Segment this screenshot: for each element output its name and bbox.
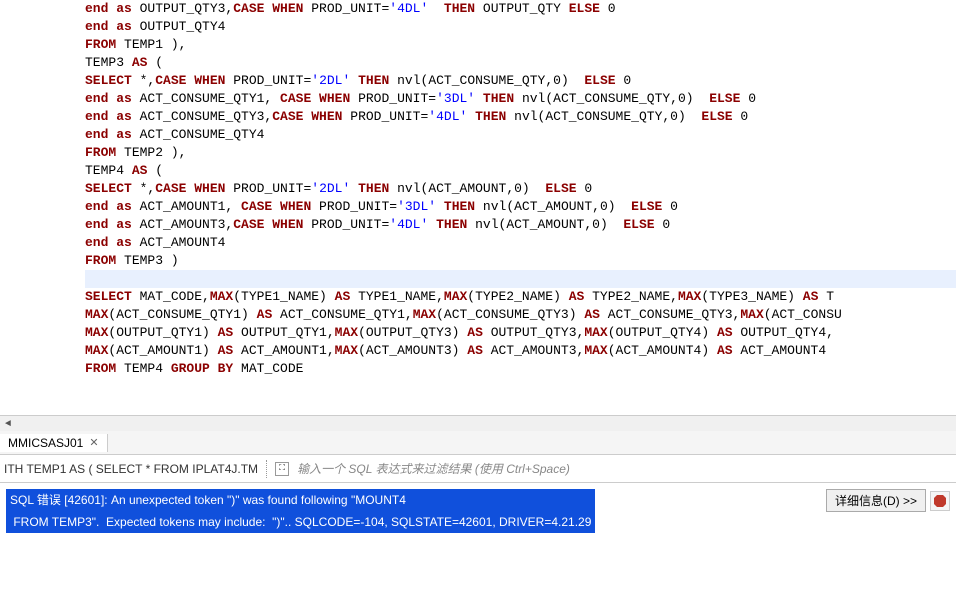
code-line[interactable] (85, 270, 956, 288)
code-line[interactable]: FROM TEMP3 ) (85, 252, 956, 270)
code-line[interactable]: end as ACT_CONSUME_QTY3,CASE WHEN PROD_U… (85, 108, 956, 126)
horizontal-scrollbar[interactable]: ◄ (0, 415, 956, 431)
code-line[interactable]: FROM TEMP4 GROUP BY MAT_CODE (85, 360, 956, 378)
code-line[interactable]: end as ACT_CONSUME_QTY1, CASE WHEN PROD_… (85, 90, 956, 108)
code-line[interactable]: FROM TEMP2 ), (85, 144, 956, 162)
code-line[interactable]: MAX(OUTPUT_QTY1) AS OUTPUT_QTY1,MAX(OUTP… (85, 324, 956, 342)
code-line[interactable]: end as ACT_AMOUNT4 (85, 234, 956, 252)
scroll-left-arrow[interactable]: ◄ (0, 416, 16, 432)
code-line[interactable]: FROM TEMP1 ), (85, 36, 956, 54)
code-line[interactable]: TEMP4 AS ( (85, 162, 956, 180)
code-line[interactable]: MAX(ACT_AMOUNT1) AS ACT_AMOUNT1,MAX(ACT_… (85, 342, 956, 360)
tab-label: MMICSASJ01 (8, 436, 83, 450)
code-line[interactable]: end as ACT_CONSUME_QTY4 (85, 126, 956, 144)
code-line[interactable]: MAX(ACT_CONSUME_QTY1) AS ACT_CONSUME_QTY… (85, 306, 956, 324)
expand-icon[interactable]: ⛶ (275, 462, 289, 476)
error-controls: 详细信息(D) >> (826, 489, 950, 512)
error-message-block[interactable]: SQL 错误 [42601]: An unexpected token ")" … (6, 489, 595, 533)
error-panel: SQL 错误 [42601]: An unexpected token ")" … (0, 483, 956, 593)
details-button[interactable]: 详细信息(D) >> (826, 489, 926, 512)
stop-icon[interactable] (930, 491, 950, 511)
divider (266, 460, 267, 478)
code-line[interactable]: SELECT *,CASE WHEN PROD_UNIT='2DL' THEN … (85, 72, 956, 90)
filter-bar: ITH TEMP1 AS ( SELECT * FROM IPLAT4J.TM … (0, 455, 956, 483)
code-line[interactable]: end as OUTPUT_QTY4 (85, 18, 956, 36)
code-line[interactable]: end as ACT_AMOUNT1, CASE WHEN PROD_UNIT=… (85, 198, 956, 216)
code-line[interactable]: end as ACT_AMOUNT3,CASE WHEN PROD_UNIT='… (85, 216, 956, 234)
code-line[interactable]: SELECT MAT_CODE,MAX(TYPE1_NAME) AS TYPE1… (85, 288, 956, 306)
error-line-2: FROM TEMP3". Expected tokens may include… (6, 511, 595, 533)
sql-editor[interactable]: end as OUTPUT_QTY3,CASE WHEN PROD_UNIT='… (0, 0, 956, 415)
tab-bar: MMICSASJ01 ✕ (0, 431, 956, 455)
code-line[interactable]: end as OUTPUT_QTY3,CASE WHEN PROD_UNIT='… (85, 0, 956, 18)
error-line-1: SQL 错误 [42601]: An unexpected token ")" … (6, 489, 595, 511)
close-icon[interactable]: ✕ (89, 436, 98, 449)
code-line[interactable]: SELECT *,CASE WHEN PROD_UNIT='2DL' THEN … (85, 180, 956, 198)
query-preview: ITH TEMP1 AS ( SELECT * FROM IPLAT4J.TM (4, 462, 258, 476)
result-tab[interactable]: MMICSASJ01 ✕ (0, 434, 108, 452)
filter-input[interactable]: 输入一个 SQL 表达式来过滤结果 (使用 Ctrl+Space) (297, 460, 952, 477)
code-line[interactable]: TEMP3 AS ( (85, 54, 956, 72)
